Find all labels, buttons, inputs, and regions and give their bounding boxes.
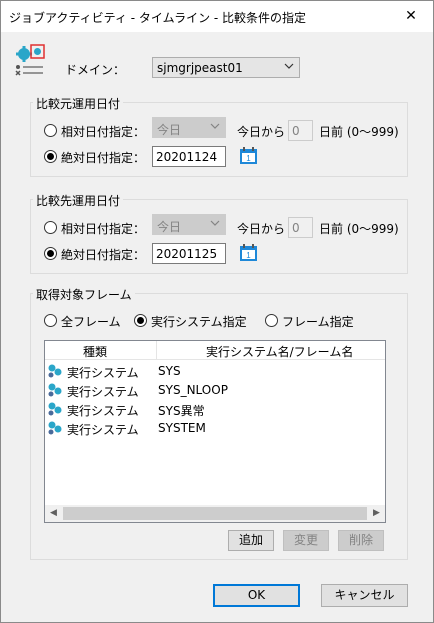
frame-list[interactable]: 種類 実行システム名/フレーム名 実行システム SYS 実行システム SYS_N… xyxy=(44,340,386,523)
target-absolute-label: 絶対日付指定： xyxy=(61,248,146,262)
target-relative-radio[interactable] xyxy=(44,221,57,234)
exec-system-icon xyxy=(48,364,62,378)
row-name: SYSTEM xyxy=(158,421,206,435)
exec-system-icon xyxy=(48,421,62,435)
domain-select-value: sjmgrjpeast01 xyxy=(157,61,243,75)
horizontal-scrollbar[interactable]: ◀ ▶ xyxy=(45,505,385,522)
source-from-today-label: 今日から xyxy=(237,125,286,139)
source-days-input[interactable]: 0 xyxy=(288,120,313,141)
scroll-right-icon[interactable]: ▶ xyxy=(368,505,385,522)
source-days-value: 0 xyxy=(292,124,300,138)
scrollbar-thumb[interactable] xyxy=(63,507,367,520)
domain-label: ドメイン： xyxy=(65,63,126,77)
list-header: 種類 実行システム名/フレーム名 xyxy=(45,341,385,360)
frames-title: 取得対象フレーム xyxy=(33,286,135,303)
column-header-type[interactable]: 種類 xyxy=(83,343,107,360)
exec-system-label: 実行システム指定 xyxy=(151,315,247,329)
source-relative-select[interactable]: 今日 xyxy=(152,117,226,138)
target-days-value: 0 xyxy=(292,221,300,235)
source-relative-label: 相対日付指定： xyxy=(61,125,146,139)
row-type: 実行システム xyxy=(67,366,139,380)
chevron-down-icon xyxy=(210,123,220,129)
exec-system-icon xyxy=(48,402,62,416)
domain-settings-icon xyxy=(15,44,45,76)
window-title: ジョブアクティビティ - タイムライン - 比較条件の指定 xyxy=(9,11,307,25)
target-date-title: 比較先運用日付 xyxy=(33,192,124,209)
chevron-down-icon xyxy=(284,63,294,69)
domain-select[interactable]: sjmgrjpeast01 xyxy=(152,57,300,78)
row-name: SYS_NLOOP xyxy=(158,383,228,397)
target-days-suffix: 日前 (0〜999) xyxy=(319,222,399,236)
svg-text:1: 1 xyxy=(246,154,251,163)
frame-specify-radio[interactable] xyxy=(265,314,278,327)
target-relative-label: 相対日付指定： xyxy=(61,222,146,236)
row-name: SYS xyxy=(158,364,181,378)
ok-button[interactable]: OK xyxy=(213,584,300,607)
add-button[interactable]: 追加 xyxy=(228,530,274,551)
list-item[interactable]: 実行システム SYS_NLOOP xyxy=(45,381,385,400)
row-type: 実行システム xyxy=(67,423,139,437)
delete-button[interactable]: 削除 xyxy=(338,530,384,551)
source-calendar-icon[interactable]: 1 xyxy=(239,146,258,165)
target-days-input[interactable]: 0 xyxy=(288,217,313,238)
target-relative-select-value: 今日 xyxy=(157,220,182,234)
svg-text:1: 1 xyxy=(246,251,251,260)
list-item[interactable]: 実行システム SYS異常 xyxy=(45,400,385,419)
target-relative-select[interactable]: 今日 xyxy=(152,214,226,235)
source-relative-select-value: 今日 xyxy=(157,123,182,137)
source-relative-radio[interactable] xyxy=(44,124,57,137)
cancel-button[interactable]: キャンセル xyxy=(321,584,408,607)
source-date-title: 比較元運用日付 xyxy=(33,95,124,112)
close-button[interactable]: ✕ xyxy=(389,1,433,32)
change-button[interactable]: 変更 xyxy=(283,530,329,551)
row-name: SYS異常 xyxy=(158,404,205,418)
exec-system-icon xyxy=(48,383,62,397)
source-date-value: 20201124 xyxy=(156,150,218,164)
target-date-value: 20201125 xyxy=(156,247,218,261)
row-type: 実行システム xyxy=(67,385,139,399)
target-calendar-icon[interactable]: 1 xyxy=(239,243,258,262)
compare-conditions-dialog: ジョブアクティビティ - タイムライン - 比較条件の指定 ✕ ドメイン： sj… xyxy=(0,0,434,623)
list-item[interactable]: 実行システム SYSTEM xyxy=(45,419,385,438)
source-absolute-label: 絶対日付指定： xyxy=(61,151,146,165)
title-bar: ジョブアクティビティ - タイムライン - 比較条件の指定 ✕ xyxy=(1,1,433,32)
column-header-name[interactable]: 実行システム名/フレーム名 xyxy=(206,343,353,360)
row-type: 実行システム xyxy=(67,404,139,418)
list-item[interactable]: 実行システム SYS xyxy=(45,362,385,381)
all-frames-radio[interactable] xyxy=(44,314,57,327)
source-absolute-radio[interactable] xyxy=(44,150,57,163)
target-absolute-radio[interactable] xyxy=(44,247,57,260)
target-date-input[interactable]: 20201125 xyxy=(152,243,226,264)
frame-specify-label: フレーム指定 xyxy=(282,315,354,329)
source-date-input[interactable]: 20201124 xyxy=(152,146,226,167)
all-frames-label: 全フレーム xyxy=(61,315,121,329)
chevron-down-icon xyxy=(210,220,220,226)
exec-system-radio[interactable] xyxy=(134,314,147,327)
source-days-suffix: 日前 (0〜999) xyxy=(319,125,399,139)
scroll-left-icon[interactable]: ◀ xyxy=(45,505,62,522)
target-from-today-label: 今日から xyxy=(237,222,286,236)
column-divider[interactable] xyxy=(156,341,157,359)
